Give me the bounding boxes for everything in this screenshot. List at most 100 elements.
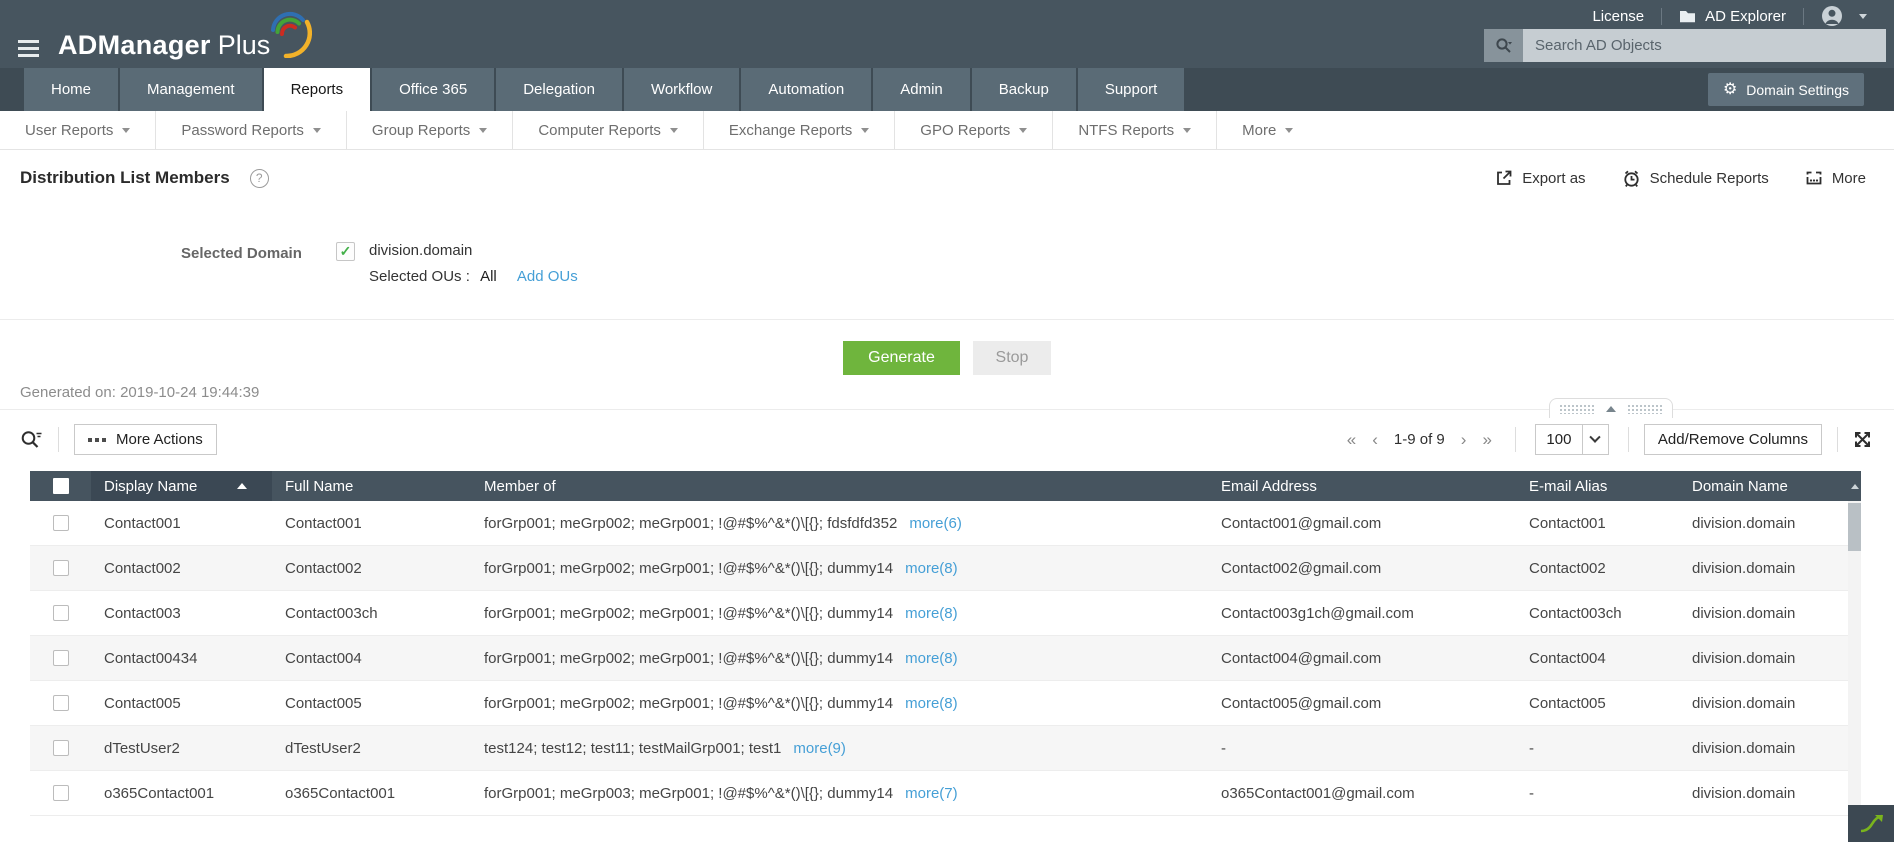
domain-settings-button[interactable]: ⚙ Domain Settings bbox=[1707, 73, 1864, 106]
tab-support[interactable]: Support bbox=[1077, 68, 1185, 111]
scrollbar-track[interactable] bbox=[1848, 501, 1861, 831]
cell-domain-name: division.domain bbox=[1692, 559, 1796, 577]
row-checkbox[interactable] bbox=[52, 695, 69, 711]
tab-backup[interactable]: Backup bbox=[971, 68, 1076, 111]
scroll-up-button[interactable] bbox=[1848, 471, 1861, 501]
subnav-item-password-reports[interactable]: Password Reports bbox=[156, 111, 347, 149]
ad-explorer-label: AD Explorer bbox=[1705, 7, 1786, 25]
expand-fullscreen-icon[interactable] bbox=[1853, 430, 1872, 449]
more-members-link[interactable]: more(9) bbox=[793, 740, 846, 757]
cell-email-alias: - bbox=[1529, 784, 1534, 802]
more-label: More bbox=[1831, 169, 1866, 187]
domain-checkbox[interactable]: ✓ bbox=[336, 242, 355, 261]
subnav-item-computer-reports[interactable]: Computer Reports bbox=[513, 111, 704, 149]
table-header: Display Name Full Name Member of Email A… bbox=[30, 471, 1848, 501]
subnav-label: Exchange Reports bbox=[728, 121, 853, 139]
generate-button[interactable]: Generate bbox=[843, 341, 960, 375]
first-page-button[interactable]: « bbox=[1339, 430, 1364, 450]
subnav-label: Password Reports bbox=[181, 121, 304, 139]
column-search-icon[interactable] bbox=[20, 429, 43, 451]
cell-full-name: Contact001 bbox=[285, 514, 362, 532]
report-criteria: Selected Domain ✓ division.domain Select… bbox=[181, 242, 1894, 285]
more-members-link[interactable]: more(8) bbox=[905, 560, 958, 577]
grip-dots-icon bbox=[1559, 403, 1595, 414]
row-checkbox[interactable] bbox=[52, 740, 69, 756]
more-button[interactable]: More bbox=[1805, 169, 1866, 187]
tab-home[interactable]: Home bbox=[24, 68, 119, 111]
tab-automation[interactable]: Automation bbox=[741, 68, 872, 111]
next-page-button[interactable]: › bbox=[1453, 430, 1475, 450]
select-all-checkbox[interactable] bbox=[52, 478, 69, 494]
subnav-label: Computer Reports bbox=[538, 121, 661, 139]
tab-office-365[interactable]: Office 365 bbox=[372, 68, 495, 111]
add-ous-link[interactable]: Add OUs bbox=[517, 268, 578, 285]
subnav-item-user-reports[interactable]: User Reports bbox=[0, 111, 157, 149]
report-actions: Export as Schedule Reports More bbox=[1495, 169, 1866, 188]
more-members-link[interactable]: more(6) bbox=[909, 515, 962, 532]
tab-workflow[interactable]: Workflow bbox=[623, 68, 740, 111]
column-header-member-of[interactable]: Member of bbox=[471, 478, 1208, 495]
cell-email-address: Contact001@gmail.com bbox=[1221, 514, 1382, 532]
last-page-button[interactable]: » bbox=[1474, 430, 1499, 450]
subnav-item-gpo-reports[interactable]: GPO Reports bbox=[895, 111, 1054, 149]
scrollbar-thumb[interactable] bbox=[1848, 503, 1861, 551]
help-icon[interactable]: ? bbox=[249, 168, 269, 188]
subnav-item-more[interactable]: More bbox=[1217, 111, 1318, 149]
more-members-link[interactable]: more(8) bbox=[905, 650, 958, 667]
toolbar-right: « ‹ 1-9 of 9 › » 100 Add/Remove Columns bbox=[1339, 424, 1872, 455]
search-input[interactable] bbox=[1523, 29, 1886, 62]
cell-member-of: forGrp001; meGrp002; meGrp001; !@#$%^&*(… bbox=[484, 604, 958, 622]
table-row: Contact003 Contact003ch forGrp001; meGrp00… bbox=[30, 591, 1848, 636]
export-as-button[interactable]: Export as bbox=[1495, 169, 1586, 187]
row-checkbox[interactable] bbox=[52, 785, 69, 801]
cell-email-address: o365Contact001@gmail.com bbox=[1221, 784, 1415, 802]
prev-page-button[interactable]: ‹ bbox=[1364, 430, 1386, 450]
table-body: Contact001 Contact001 forGrp001; meGrp002;… bbox=[30, 501, 1848, 816]
cell-display-name: Contact001 bbox=[104, 514, 181, 532]
row-checkbox[interactable] bbox=[52, 560, 69, 576]
more-actions-button[interactable]: More Actions bbox=[74, 424, 217, 455]
subnav-item-group-reports[interactable]: Group Reports bbox=[347, 111, 514, 149]
chevron-down-icon bbox=[1019, 127, 1028, 133]
more-members-link[interactable]: more(8) bbox=[905, 605, 958, 622]
grip-dots-icon bbox=[1627, 403, 1663, 414]
report-table: Display Name Full Name Member of Email A… bbox=[30, 471, 1894, 831]
subnav-item-ntfs-reports[interactable]: NTFS Reports bbox=[1053, 111, 1218, 149]
tab-admin[interactable]: Admin bbox=[873, 68, 970, 111]
row-checkbox[interactable] bbox=[52, 605, 69, 621]
more-members-link[interactable]: more(7) bbox=[905, 785, 958, 802]
add-remove-columns-button[interactable]: Add/Remove Columns bbox=[1643, 424, 1822, 455]
cell-display-name: Contact00434 bbox=[104, 649, 198, 667]
cell-domain-name: division.domain bbox=[1692, 694, 1796, 712]
more-members-link[interactable]: more(8) bbox=[905, 695, 958, 712]
stop-button[interactable]: Stop bbox=[973, 341, 1051, 375]
support-chat-widget[interactable] bbox=[1848, 805, 1894, 842]
domain-name: division.domain bbox=[369, 242, 473, 259]
subnav-item-exchange-reports[interactable]: Exchange Reports bbox=[704, 111, 896, 149]
hamburger-menu-icon[interactable] bbox=[18, 40, 39, 61]
row-checkbox[interactable] bbox=[52, 515, 69, 531]
column-header-display-name[interactable]: Display Name bbox=[91, 471, 272, 501]
vertical-scrollbar[interactable] bbox=[1848, 471, 1861, 831]
column-header-domain[interactable]: Domain Name bbox=[1679, 478, 1848, 495]
tab-delegation[interactable]: Delegation bbox=[496, 68, 622, 111]
column-header-full-name[interactable]: Full Name bbox=[272, 478, 471, 495]
cell-full-name: dTestUser2 bbox=[285, 739, 361, 757]
folder-icon bbox=[1680, 11, 1696, 23]
cell-email-alias: - bbox=[1529, 739, 1534, 757]
license-link[interactable]: License bbox=[1575, 5, 1661, 27]
cell-member-of: forGrp001; meGrp002; meGrp001; !@#$%^&*(… bbox=[484, 559, 958, 577]
tab-management[interactable]: Management bbox=[120, 68, 262, 111]
tab-reports[interactable]: Reports bbox=[263, 68, 371, 111]
search-scope-button[interactable] bbox=[1484, 29, 1523, 62]
collapse-panel-tab[interactable] bbox=[1549, 398, 1673, 418]
page-size-select[interactable]: 100 bbox=[1534, 424, 1609, 455]
schedule-reports-button[interactable]: Schedule Reports bbox=[1622, 169, 1769, 188]
row-checkbox[interactable] bbox=[52, 650, 69, 666]
report-header: Distribution List Members ? Export as Sc… bbox=[0, 150, 1894, 206]
column-header-alias[interactable]: E-mail Alias bbox=[1516, 478, 1679, 495]
cell-domain-name: division.domain bbox=[1692, 739, 1796, 757]
ad-explorer-link[interactable]: AD Explorer bbox=[1662, 5, 1803, 27]
column-header-email[interactable]: Email Address bbox=[1208, 478, 1516, 495]
account-menu[interactable] bbox=[1804, 5, 1884, 27]
